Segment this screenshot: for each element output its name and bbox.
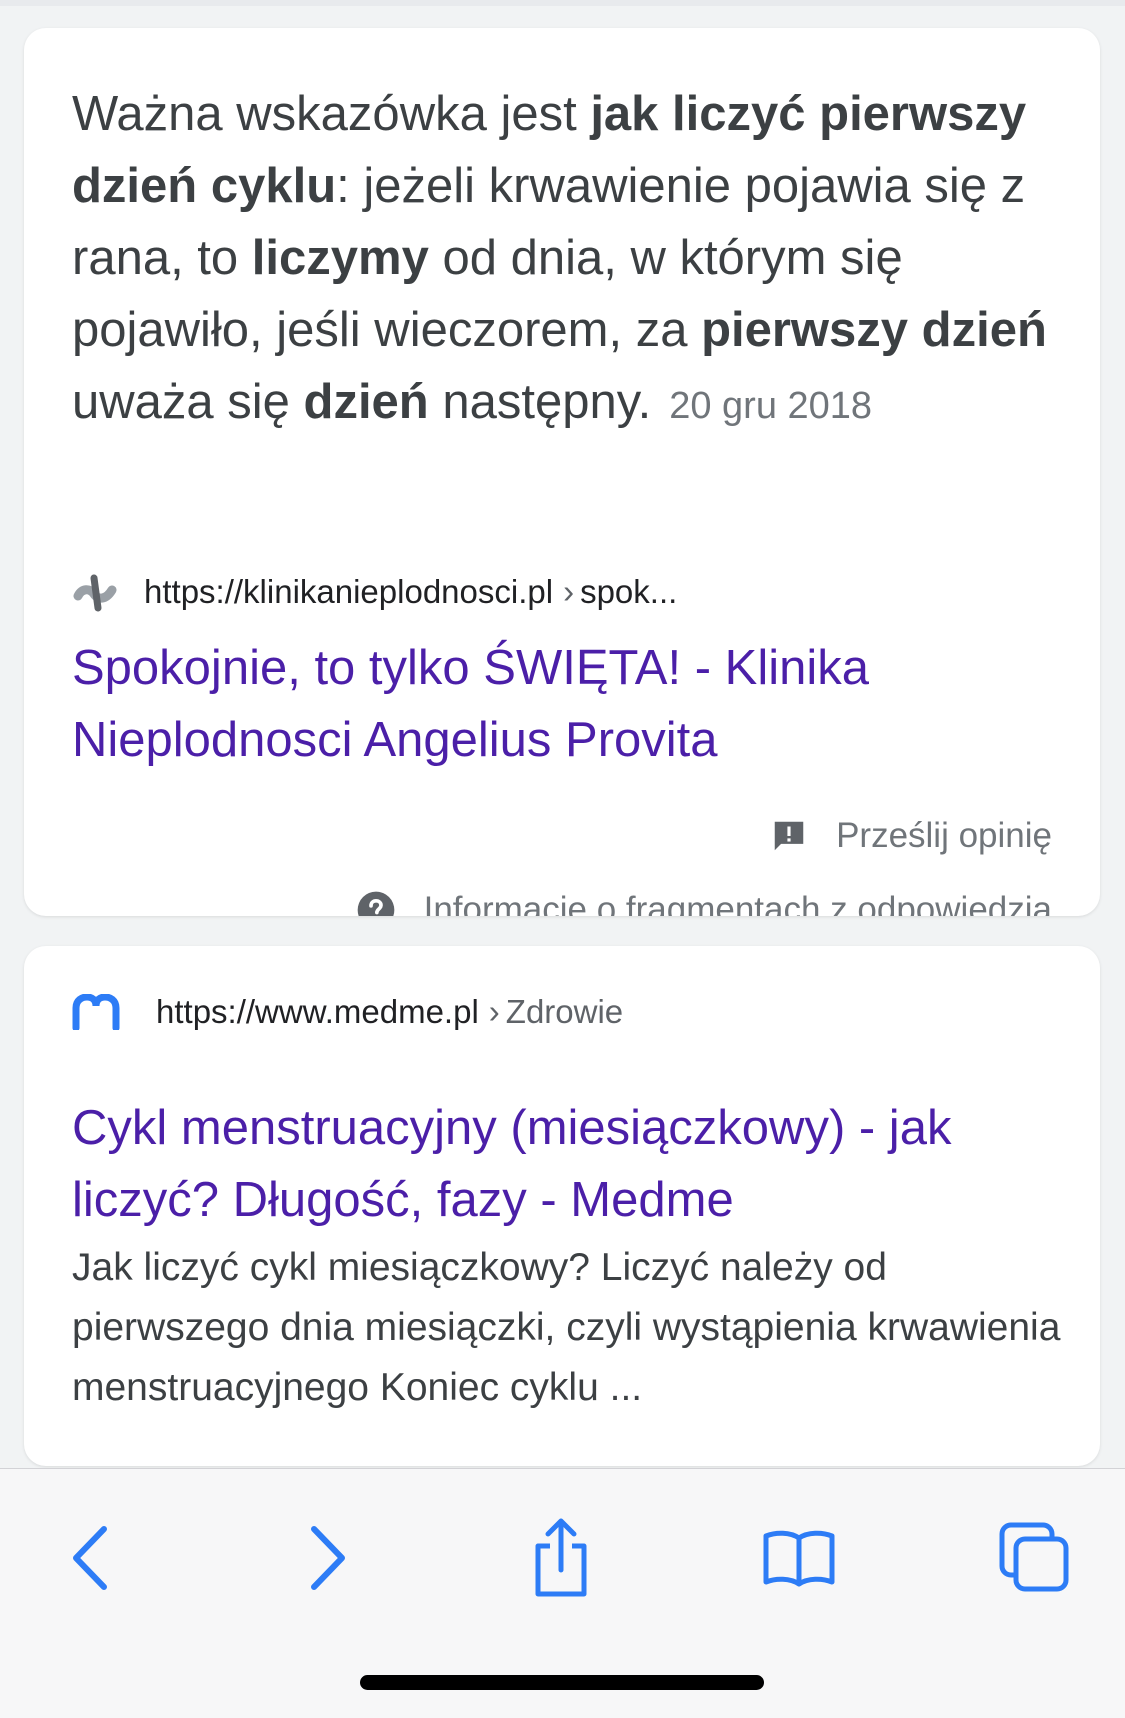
featured-snippet-card: Ważna wskazówka jest jak liczyć pierwszy… [24,28,1100,916]
about-snippets-label: Informacje o fragmentach z odpowiedzią [423,890,1052,916]
back-icon [73,1526,107,1590]
feedback-icon [774,821,804,851]
share-icon [535,1518,587,1597]
source-row[interactable]: https://klinikanieplodnosci.pl › spok... [72,568,677,616]
klinika-favicon-icon [72,568,120,616]
forward-icon [311,1526,345,1590]
result-title-link[interactable]: Spokojnie, to tylko ŚWIĘTA! - Klinika Ni… [72,632,1072,776]
result-description: Jak liczyć cykl miesiączkowy? Liczyć nal… [72,1246,1061,1409]
source-row[interactable]: https://www.medme.pl › Zdrowie [72,988,623,1036]
snippet-date: 20 gru 2018 [669,385,873,427]
forward-button[interactable] [282,1513,372,1603]
breadcrumb-separator: › [563,573,575,610]
featured-snippet-text: Ważna wskazówka jest jak liczyć pierwszy… [72,87,1047,429]
source-path: Zdrowie [505,993,624,1030]
medme-favicon-icon [72,988,120,1036]
bookmarks-icon [763,1530,835,1587]
feedback-label: Prześlij opinię [836,816,1052,855]
source-path: spok... [580,573,678,610]
source-url: https://klinikanieplodnosci.pl [144,573,554,610]
about-snippets-button[interactable]: Informacje o fragmentach z odpowiedzią [356,890,1052,916]
result-title-link[interactable]: Cykl menstruacyjny (miesiączkowy) - jak … [72,1092,1072,1236]
search-result-card: https://www.medme.pl › Zdrowie Cykl mens… [24,946,1100,1466]
help-icon [357,891,394,916]
tabs-icon [999,1522,1069,1592]
breadcrumb-separator: › [488,993,500,1030]
share-button[interactable] [516,1513,606,1603]
feedback-button[interactable]: Prześlij opinię [770,816,1052,856]
home-indicator [360,1675,764,1690]
top-edge [0,0,1125,6]
bookmarks-button[interactable] [754,1513,844,1603]
tabs-button[interactable] [990,1513,1080,1603]
back-button[interactable] [46,1513,136,1603]
source-url: https://www.medme.pl [156,993,479,1030]
